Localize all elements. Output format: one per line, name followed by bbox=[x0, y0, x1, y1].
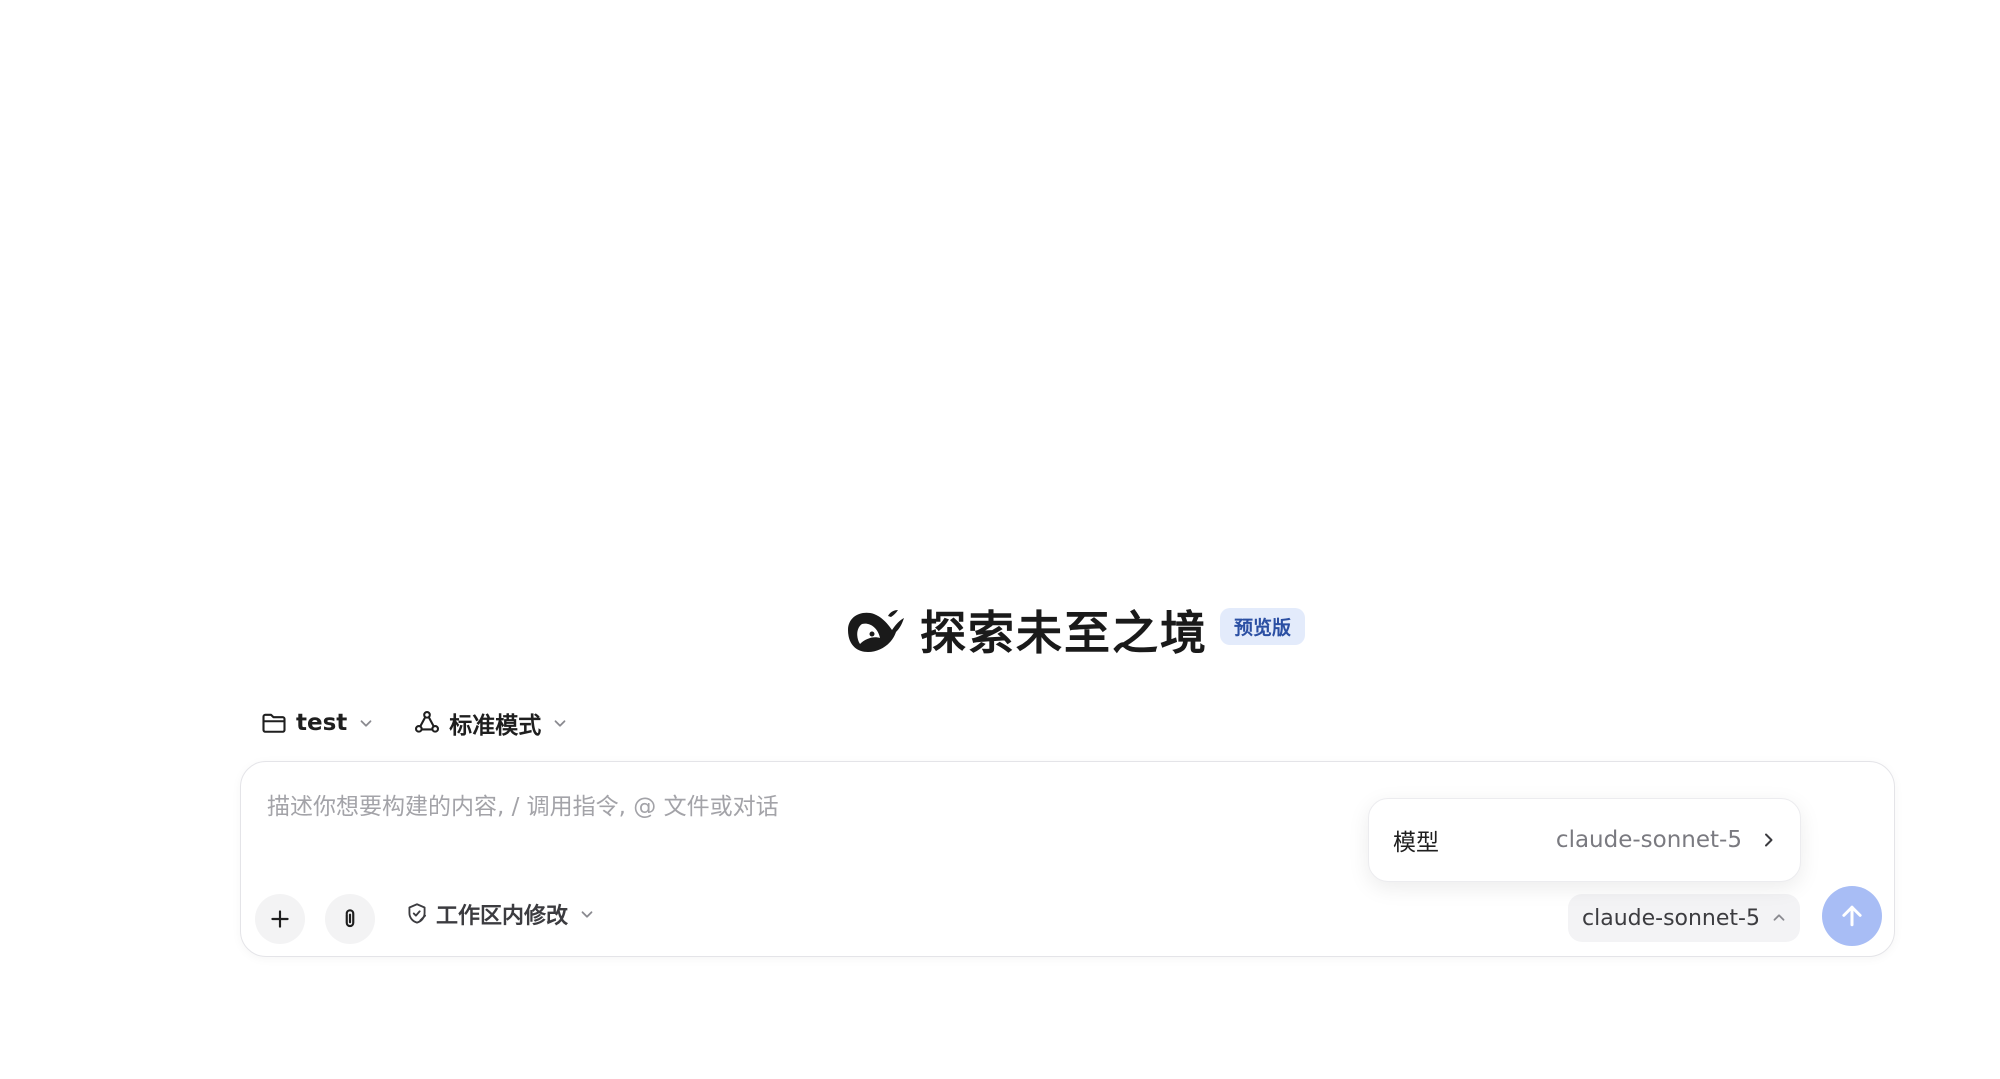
arrow-up-icon bbox=[1842, 905, 1862, 927]
plus-icon bbox=[271, 910, 289, 928]
whale-logo-icon bbox=[848, 610, 904, 652]
model-menu-item[interactable]: 模型 claude-sonnet-5 bbox=[1368, 798, 1801, 882]
chevron-down-icon bbox=[581, 911, 593, 918]
mode-label: 标准模式 bbox=[449, 713, 542, 739]
agent-mode-icon bbox=[415, 710, 440, 733]
attach-button[interactable] bbox=[325, 894, 375, 944]
model-selector[interactable]: claude-sonnet-5 bbox=[1568, 894, 1800, 942]
paperclip-icon bbox=[345, 909, 355, 928]
chevron-right-icon bbox=[1765, 833, 1773, 847]
permission-selector[interactable]: 工作区内修改 bbox=[404, 894, 596, 934]
workspace-label: test bbox=[296, 710, 348, 736]
page: 探索未至之境 预览版 test 标准模式 描述你想要构建的内容, / 调用指令,… bbox=[0, 0, 2000, 1079]
add-button[interactable] bbox=[255, 894, 305, 944]
model-menu-value: claude-sonnet-5 bbox=[1555, 827, 1742, 853]
chevron-up-icon bbox=[1773, 914, 1785, 921]
workspace-selector[interactable]: test bbox=[260, 703, 375, 743]
permission-label: 工作区内修改 bbox=[436, 904, 569, 929]
chevron-down-icon bbox=[554, 720, 566, 727]
preview-badge: 预览版 bbox=[1220, 607, 1306, 645]
mode-selector[interactable]: 标准模式 bbox=[413, 703, 569, 743]
send-button[interactable] bbox=[1822, 886, 1882, 946]
chevron-down-icon bbox=[360, 720, 372, 727]
model-pill-label: claude-sonnet-5 bbox=[1582, 905, 1760, 931]
model-menu-key: 模型 bbox=[1393, 830, 1439, 856]
prompt-input[interactable] bbox=[265, 786, 1269, 828]
hero-title: 探索未至之境 bbox=[920, 606, 1208, 660]
folder-icon bbox=[262, 713, 286, 733]
shield-edit-icon bbox=[408, 903, 427, 924]
hero: 探索未至之境 预览版 bbox=[0, 595, 2000, 665]
hero-heading: 探索未至之境 预览版 bbox=[842, 595, 1306, 665]
context-selectors: test 标准模式 bbox=[260, 703, 569, 743]
